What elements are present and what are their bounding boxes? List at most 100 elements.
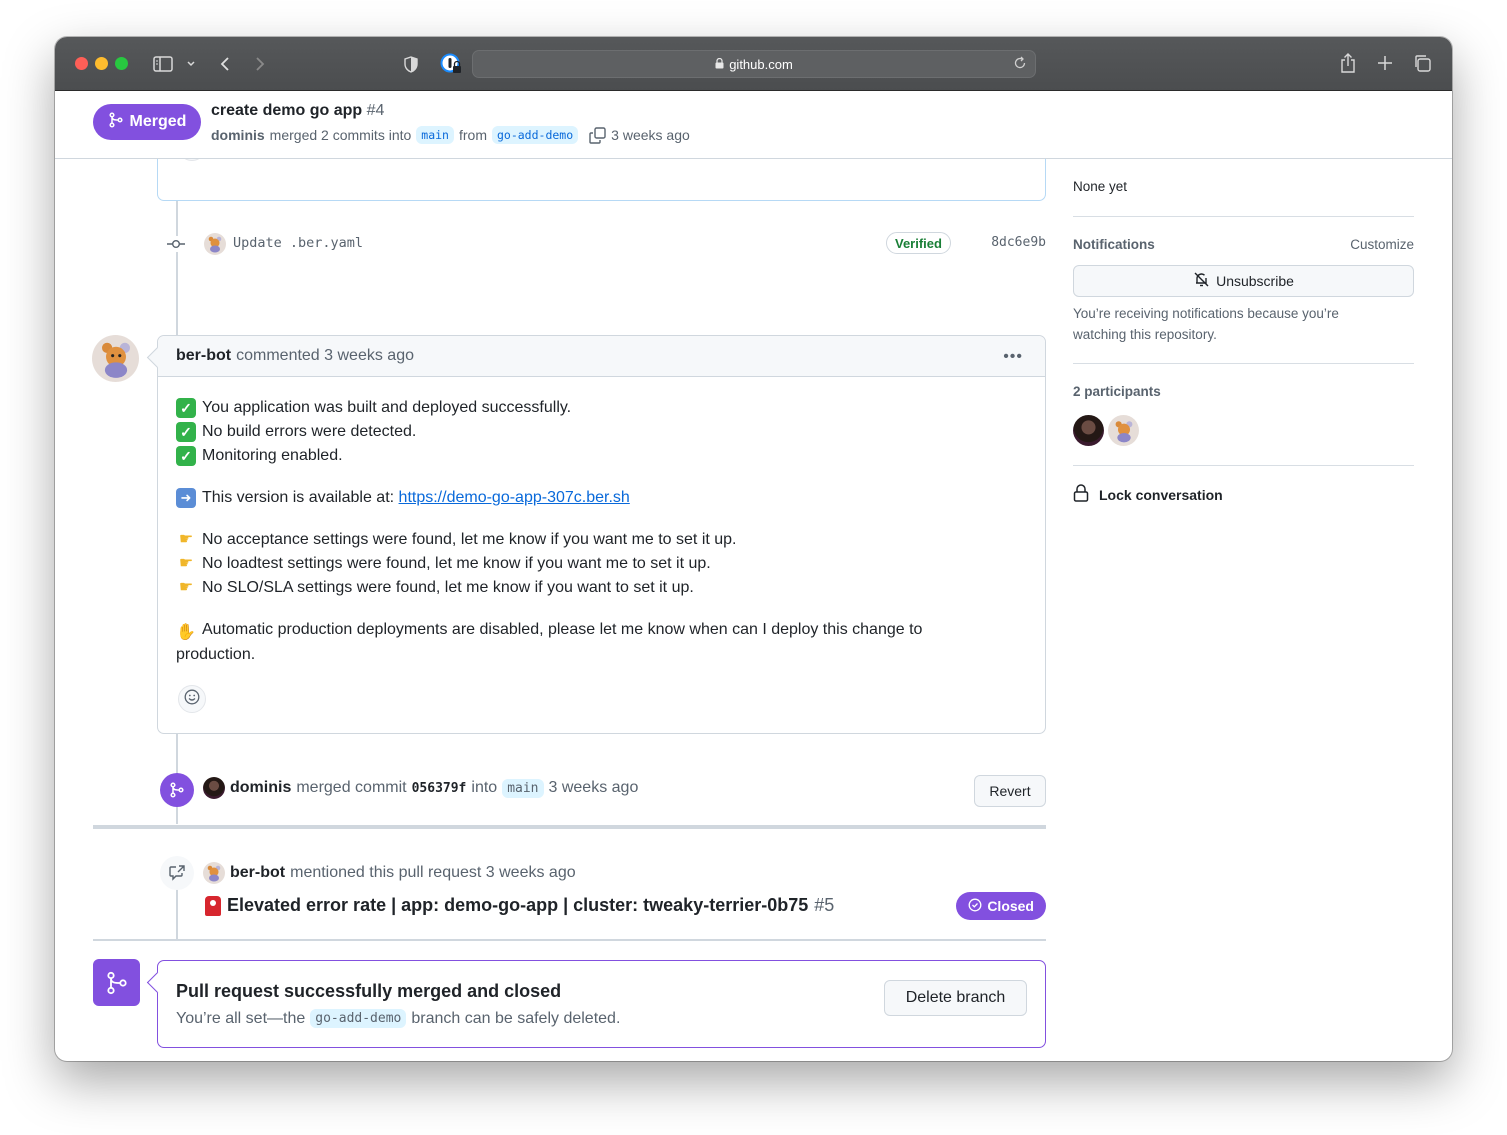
participants-heading: 2 participants [1073,384,1161,399]
cross-reference-event: ber-bot mentioned this pull request 3 we… [157,849,1046,929]
commit-sha[interactable]: 8dc6e9b [991,235,1046,250]
merged-state-badge: Merged [93,104,201,140]
add-reaction-button[interactable] [178,159,206,161]
mention-description: mentioned this pull request 3 weeks ago [290,864,576,881]
back-icon[interactable] [217,54,233,74]
share-icon[interactable] [1339,52,1357,74]
bot-comment: ber-bot commented 3 weeks ago ••• ✓ You a… [157,335,1046,734]
git-commit-icon [167,236,185,252]
status-line: ✓ Monitoring enabled. [176,444,1027,468]
status-line: ✓ You application was built and deployed … [176,396,1027,420]
pr-time: 3 weeks ago [611,127,690,143]
password-manager-icon[interactable] [440,53,462,75]
notifications-heading: Notifications [1073,237,1155,252]
head-branch[interactable]: go-add-demo [310,1009,407,1028]
ber-bot-avatar[interactable] [203,862,225,884]
minimize-window-button[interactable] [95,57,108,70]
pointing-hand-icon: ☛ [178,531,194,548]
shield-icon[interactable] [403,54,419,74]
merge-target-branch[interactable]: main [502,778,544,798]
waving-hand-icon: ✋ [176,624,196,641]
pr-conversation: Update .ber.yaml Verified 8dc6e9b ber-bo… [55,159,1452,1061]
participants-list [1073,415,1139,446]
new-tab-icon[interactable] [1376,54,1394,72]
referenced-issue[interactable]: Elevated error rate | app: demo-go-app |… [205,895,834,916]
hint-text: No SLO/SLA settings were found, let me k… [202,579,694,596]
revert-button[interactable]: Revert [974,775,1046,807]
merged-status-title: Pull request successfully merged and clo… [176,981,562,1001]
ber-bot-avatar[interactable] [204,233,226,255]
comment-author[interactable]: ber-bot [176,347,231,365]
zoom-window-button[interactable] [115,57,128,70]
state-label: Merged [129,113,187,130]
check-mark-icon: ✓ [176,422,196,442]
add-reaction-button[interactable] [178,685,206,713]
mention-text: ber-bot mentioned this pull request 3 we… [203,862,576,884]
right-arrow-icon: ➜ [176,488,196,508]
status-line: ✓ No build errors were detected. [176,420,1027,444]
mention-author[interactable]: ber-bot [230,864,285,882]
comment-body: ✓ You application was built and deployed … [158,377,1045,667]
cross-reference-icon [160,856,194,890]
hint-line: ☛ No SLO/SLA settings were found, let me … [176,576,1027,600]
commit-message[interactable]: Update .ber.yaml [233,235,363,251]
desc-suffix: branch can be safely deleted. [411,1009,621,1027]
lock-icon [715,57,724,72]
merge-event: dominis merged commit 056379f into main … [157,764,1046,807]
timeline-line [176,201,178,335]
url-text: github.com [729,56,793,72]
available-text: This version is available at: [202,489,395,506]
merge-author[interactable]: dominis [230,779,291,797]
git-merge-icon [160,773,194,807]
previous-comment-box [157,159,1046,201]
participant-avatar-ber-bot[interactable] [1108,415,1139,446]
comment-meta[interactable]: commented 3 weeks ago [236,347,414,365]
head-branch[interactable]: go-add-demo [491,126,579,144]
participant-avatar-dominis[interactable] [1073,415,1104,446]
delete-branch-button[interactable]: Delete branch [884,980,1027,1016]
deployment-link[interactable]: https://demo-go-app-307c.ber.sh [399,486,630,510]
smiley-icon [184,689,200,710]
status-text: No build errors were detected. [202,423,417,440]
siren-icon [205,895,221,916]
sidebar-icon[interactable] [153,55,173,73]
tab-overview-icon[interactable] [1412,53,1432,73]
merged-status-description: You’re all set—the go-add-demo branch ca… [176,1009,620,1028]
check-mark-icon: ✓ [176,398,196,418]
author-link[interactable]: dominis [211,127,265,143]
comment-options-icon[interactable]: ••• [1003,348,1023,366]
merge-commit-sha[interactable]: 056379f [412,781,467,796]
unsubscribe-button[interactable]: Unsubscribe [1073,265,1414,297]
lock-conversation-button[interactable]: Lock conversation [1073,484,1223,505]
close-window-button[interactable] [75,57,88,70]
desc-prefix: You’re all set—the [176,1009,306,1027]
pointing-hand-icon: ☛ [178,579,194,596]
chevron-down-icon[interactable] [185,57,197,71]
merged-text: merged 2 commits into [269,127,412,143]
timeline-divider [93,939,1046,941]
hint-text: No loadtest settings were found, let me … [202,555,711,572]
merge-time[interactable]: 3 weeks ago [549,779,639,797]
ber-bot-avatar[interactable] [92,335,139,382]
sidebar-divider [1073,363,1414,364]
pr-sticky-header: Merged create demo go app #4 dominis mer… [55,91,1452,159]
dominis-avatar[interactable] [203,777,225,799]
verified-badge[interactable]: Verified [886,232,951,254]
base-branch[interactable]: main [416,126,454,144]
pr-number: #4 [366,102,385,119]
copy-icon[interactable] [589,126,606,144]
hint-line: ☛ No acceptance settings were found, let … [176,528,1027,552]
hint-text: No acceptance settings were found, let m… [202,531,737,548]
issue-title[interactable]: Elevated error rate | app: demo-go-app |… [227,895,808,916]
sidebar-divider [1073,465,1414,466]
merged-status-box: Pull request successfully merged and clo… [157,960,1046,1048]
closing-text: Automatic production deployments are dis… [176,621,923,663]
issue-state: Closed [987,898,1034,914]
address-bar[interactable]: github.com [472,50,1036,78]
browser-window: github.com Merged create demo go app #4 [55,37,1452,1061]
reload-icon[interactable] [1013,56,1027,73]
customize-link[interactable]: Customize [1350,237,1414,252]
issue-number[interactable]: #5 [814,895,834,916]
forward-icon[interactable] [252,54,268,74]
bell-slash-icon [1193,271,1210,291]
